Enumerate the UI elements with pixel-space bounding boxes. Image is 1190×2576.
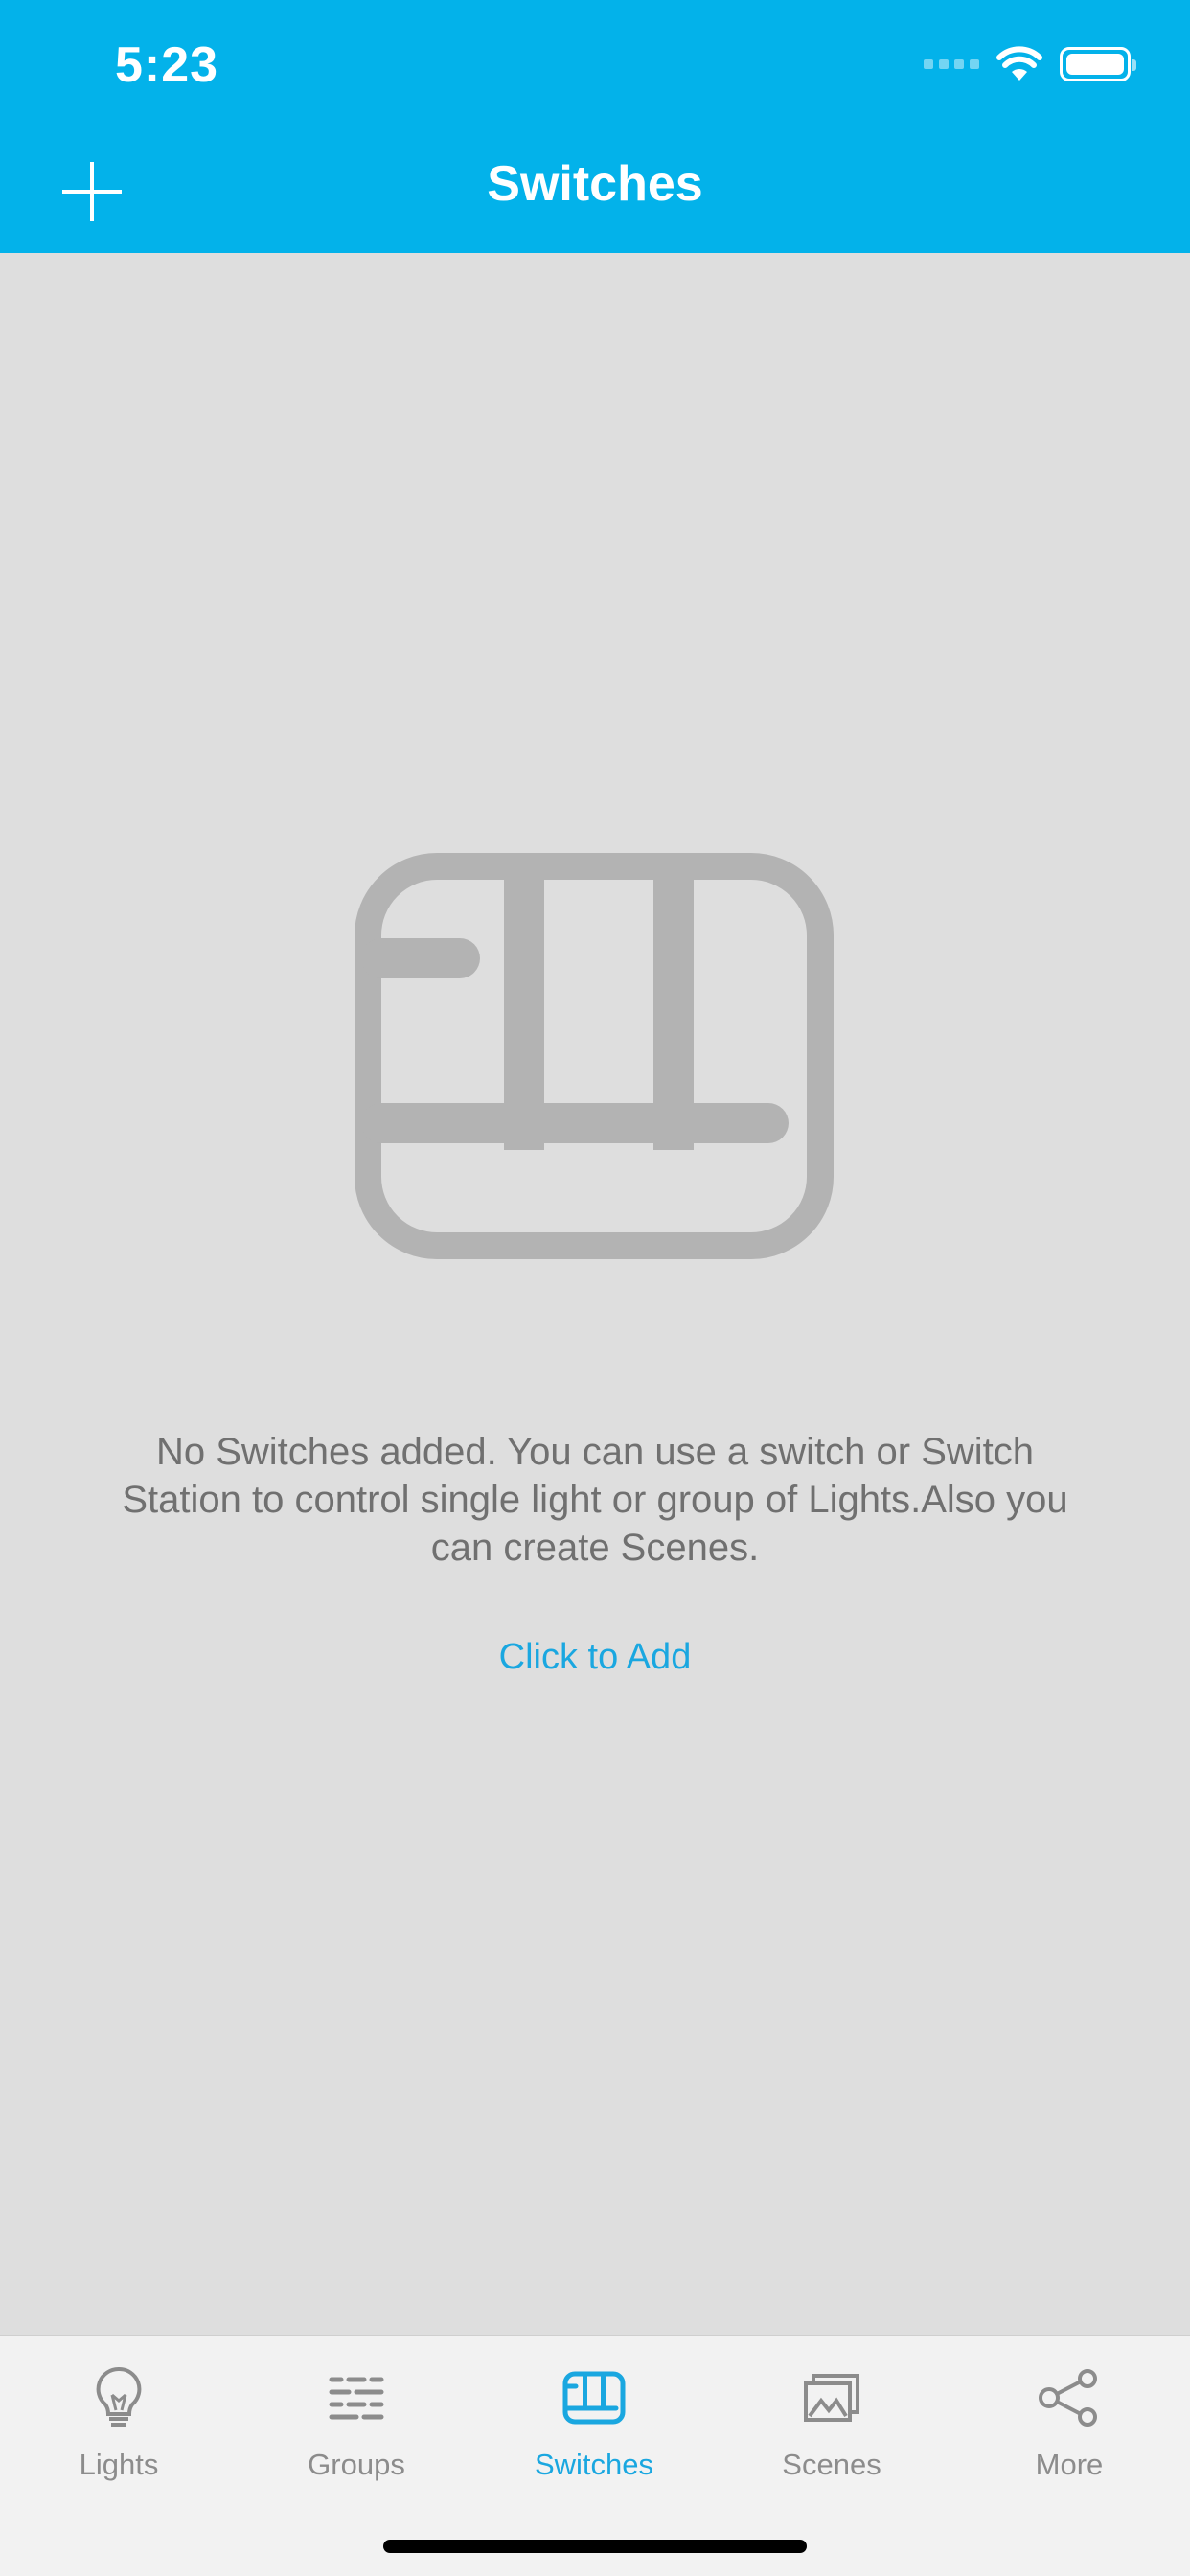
tab-bar: Lights Groups Switches Scenes More xyxy=(0,2334,1190,2576)
tab-groups[interactable]: Groups xyxy=(238,2336,475,2509)
tab-switches[interactable]: Switches xyxy=(475,2336,713,2509)
tab-groups-label: Groups xyxy=(308,2448,405,2481)
navigation-header: 5:23 Switches xyxy=(0,0,1190,253)
share-icon xyxy=(1039,2369,1097,2426)
tab-more[interactable]: More xyxy=(950,2336,1188,2509)
tab-more-label: More xyxy=(1035,2448,1104,2481)
battery-icon xyxy=(1060,47,1136,81)
tab-switches-label: Switches xyxy=(534,2448,654,2481)
click-to-add-link[interactable]: Click to Add xyxy=(0,1637,1190,1678)
tab-lights[interactable]: Lights xyxy=(0,2336,238,2509)
wifi-icon xyxy=(996,46,1042,80)
bulb-icon xyxy=(96,2366,142,2426)
groups-icon xyxy=(329,2377,384,2420)
switch-icon xyxy=(562,2371,626,2425)
empty-state-message: No Switches added. You can use a switch … xyxy=(122,1431,1068,1569)
switch-placeholder-icon xyxy=(355,853,834,1259)
tab-scenes[interactable]: Scenes xyxy=(713,2336,950,2509)
cellular-signal-icon xyxy=(924,59,979,69)
scenes-icon xyxy=(804,2374,859,2422)
status-time: 5:23 xyxy=(115,37,219,93)
switches-screen: 5:23 Switches No Switches added. You can… xyxy=(0,0,1190,2576)
home-indicator xyxy=(383,2540,807,2553)
status-icons xyxy=(924,46,1136,82)
page-title: Switches xyxy=(487,156,703,212)
tab-scenes-label: Scenes xyxy=(782,2448,881,2481)
tab-lights-label: Lights xyxy=(79,2448,159,2481)
